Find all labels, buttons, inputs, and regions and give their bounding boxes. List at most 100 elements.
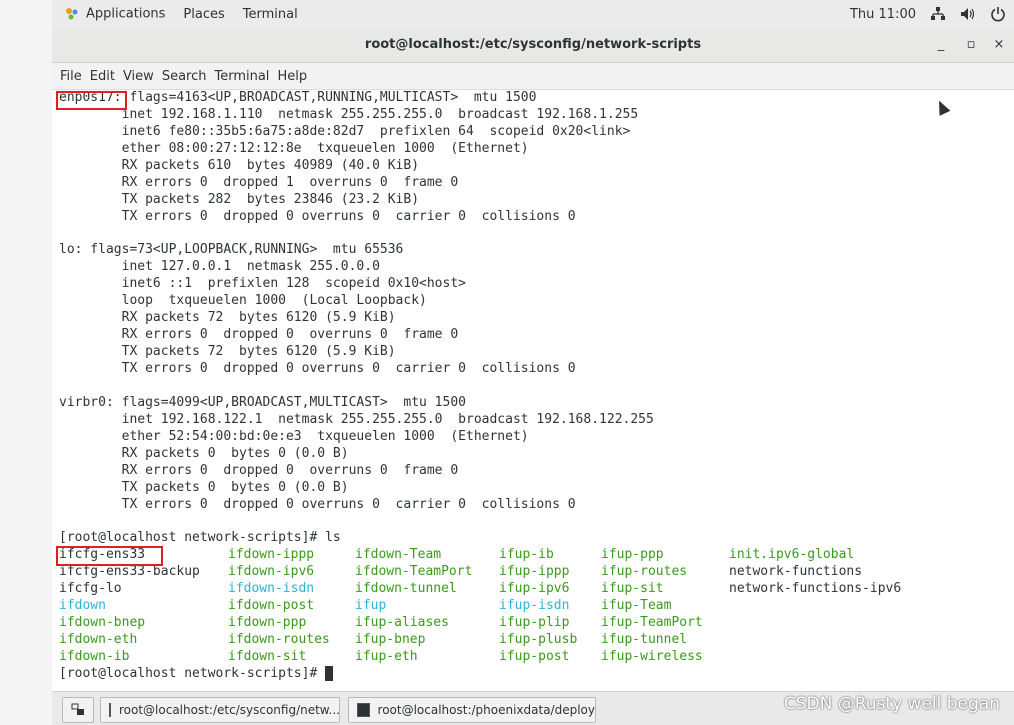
terminal-line: inet6 fe80::35b5:6a75:a8de:82d7 prefixle… [59, 123, 631, 139]
ls-entry: ifcfg-ens33-backup [59, 564, 200, 580]
terminal-icon [109, 703, 111, 717]
ls-entry: ifup-plip [499, 615, 570, 631]
top-panel: Applications Places Terminal Thu 11:00 [52, 0, 1014, 29]
terminal-line: RX packets 610 bytes 40989 (40.0 KiB) [59, 157, 420, 173]
ls-entry: network-functions [729, 564, 863, 580]
applications-menu[interactable]: Applications [64, 6, 165, 22]
menu-file[interactable]: File [52, 69, 90, 84]
taskbar-task-phoenixdata[interactable]: root@localhost:/phoenixdata/deploy [348, 697, 596, 723]
terminal-line: inet 192.168.1.110 netmask 255.255.255.0… [59, 106, 639, 122]
menu-help[interactable]: Help [277, 69, 315, 84]
terminal-icon [357, 703, 370, 717]
ls-entry [729, 598, 949, 615]
close-button[interactable]: × [988, 34, 1010, 56]
maximize-button[interactable]: ▫ [960, 34, 982, 56]
terminal-line: RX errors 0 dropped 1 overruns 0 frame 0 [59, 174, 459, 190]
watermark: CSDN @Rusty well began [783, 694, 1000, 714]
ls-entry: ifdown-ppp [228, 615, 307, 631]
task-label: root@localhost:/etc/sysconfig/netw... [119, 703, 340, 717]
terminal-line: TX packets 72 bytes 6120 (5.9 KiB) [59, 344, 396, 360]
terminal-window: root@localhost:/etc/sysconfig/network-sc… [52, 28, 1014, 691]
text-cursor [325, 665, 334, 681]
terminal-line: inet6 ::1 prefixlen 128 scopeid 0x10<hos… [59, 276, 466, 292]
ls-entry: init.ipv6-global [729, 547, 855, 563]
ls-entry: ifup-isdn [499, 598, 570, 614]
ls-row: ifdown-bnep ifdown-ppp ifup-aliases ifup-pl… [59, 615, 1014, 632]
terminal-app-menu[interactable]: Terminal [243, 7, 298, 22]
ls-entry: ifdown [59, 598, 106, 614]
terminal-line: RX packets 0 bytes 0 (0.0 B) [59, 445, 349, 461]
ls-entry: ifup-Team [601, 598, 672, 614]
ls-row: ifcfg-ens33-backup ifdown-ipv6 ifdown-Team… [59, 564, 1014, 581]
taskbar-task-network-scripts[interactable]: root@localhost:/etc/sysconfig/netw... [100, 697, 340, 723]
menubar: File Edit View Search Terminal Help [52, 63, 1014, 90]
terminal-line: inet 192.168.122.1 netmask 255.255.255.0… [59, 411, 654, 427]
ls-entry: ifdown-sit [228, 648, 307, 664]
volume-icon[interactable] [960, 7, 976, 21]
terminal-line: RX errors 0 dropped 0 overruns 0 frame 0 [59, 462, 459, 478]
ls-entry: ifup-bnep [355, 632, 426, 647]
ls-entry: ifup-tunnel [601, 632, 688, 647]
ls-row: ifdown-ib ifdown-sit ifup-eth ifup-post ifup… [59, 649, 1014, 666]
ls-entry: ifup-aliases [355, 615, 449, 631]
terminal-line: RX packets 72 bytes 6120 (5.9 KiB) [59, 310, 396, 326]
menu-view[interactable]: View [123, 69, 162, 84]
menu-terminal[interactable]: Terminal [214, 69, 277, 84]
terminal-line: TX errors 0 dropped 0 overruns 0 carrier… [59, 496, 576, 512]
terminal-line: RX errors 0 dropped 0 overruns 0 frame 0 [59, 327, 459, 343]
terminal-line: ether 08:00:27:12:12:8e txqueuelen 1000 … [59, 140, 529, 156]
ls-entry: ifdown-Team [355, 547, 442, 563]
terminal-line: inet 127.0.0.1 netmask 255.0.0.0 [59, 259, 380, 275]
ls-entry [729, 649, 949, 666]
ls-row: ifcfg-lo ifdown-isdn ifdown-tunnel ifup-ipv… [59, 581, 1014, 598]
terminal-line: TX errors 0 dropped 0 overruns 0 carrier… [59, 361, 576, 376]
window-title: root@localhost:/etc/sysconfig/network-sc… [364, 37, 702, 52]
minimize-button[interactable]: _ [930, 34, 952, 56]
terminal-line: loop txqueuelen 1000 (Local Loopback) [59, 293, 427, 309]
ls-entry: ifdown-routes [228, 632, 330, 647]
ls-entry: ifdown-TeamPort [355, 564, 473, 580]
ls-entry: ifup [355, 598, 387, 614]
terminal-line: enp0s17: flags=4163<UP,BROADCAST,RUNNING… [59, 90, 537, 105]
ls-entry: ifdown-bnep [59, 615, 146, 631]
ls-entry: ifup-ipv6 [499, 581, 570, 597]
ls-entry: ifup-TeamPort [601, 615, 703, 631]
ls-entry: ifup-eth [355, 648, 418, 664]
ls-entry: ifdown-ib [59, 648, 130, 664]
ls-entry: ifup-plusb [499, 632, 578, 647]
terminal-line: TX packets 0 bytes 0 (0.0 B) [59, 479, 349, 495]
ls-entry: ifdown-post [228, 598, 315, 614]
terminal-line: TX packets 282 bytes 23846 (23.2 KiB) [59, 191, 420, 207]
ls-row: ifdown-eth ifdown-routes ifup-bnep ifup-plu… [59, 632, 1014, 649]
menu-search[interactable]: Search [162, 69, 215, 84]
ls-entry: ifup-ib [499, 547, 554, 563]
terminal-output: enp0s17: flags=4163<UP,BROADCAST,RUNNING… [52, 90, 1014, 683]
task-label: root@localhost:/phoenixdata/deploy [377, 703, 595, 717]
desktop: Applications Places Terminal Thu 11:00 r… [0, 0, 1014, 725]
ls-entry: ifup-sit [601, 581, 664, 597]
ls-row: ifdown ifdown-post ifup ifup-isdn ifup-Team [59, 598, 1014, 615]
network-icon[interactable] [930, 7, 946, 21]
ls-entry: ifup-ppp [601, 547, 664, 563]
clock[interactable]: Thu 11:00 [850, 7, 916, 22]
places-menu[interactable]: Places [183, 7, 224, 22]
applications-icon [66, 8, 78, 20]
applications-label: Applications [86, 6, 166, 22]
terminal-line: virbr0: flags=4099<UP,BROADCAST,MULTICAS… [59, 394, 466, 410]
window-titlebar[interactable]: root@localhost:/etc/sysconfig/network-sc… [52, 28, 1014, 63]
highlight-box-enp0s17 [56, 91, 127, 110]
terminal-area[interactable]: enp0s17: flags=4163<UP,BROADCAST,RUNNING… [52, 90, 1014, 691]
ls-entry: ifdown-ippp [228, 547, 315, 563]
show-desktop-button[interactable] [62, 697, 94, 723]
ls-entry [729, 632, 949, 649]
ls-row: ifcfg-ens33 ifdown-ippp ifdown-Team ifup-ib… [59, 547, 1014, 564]
menu-edit[interactable]: Edit [90, 69, 123, 84]
ls-entry: ifdown-tunnel [355, 581, 457, 597]
terminal-line: ether 52:54:00:bd:0e:e3 txqueuelen 1000 … [59, 428, 529, 444]
ls-entry: ifup-ippp [499, 564, 570, 580]
power-icon[interactable] [990, 6, 1006, 22]
terminal-line: [root@localhost network-scripts]# ls [59, 530, 341, 546]
